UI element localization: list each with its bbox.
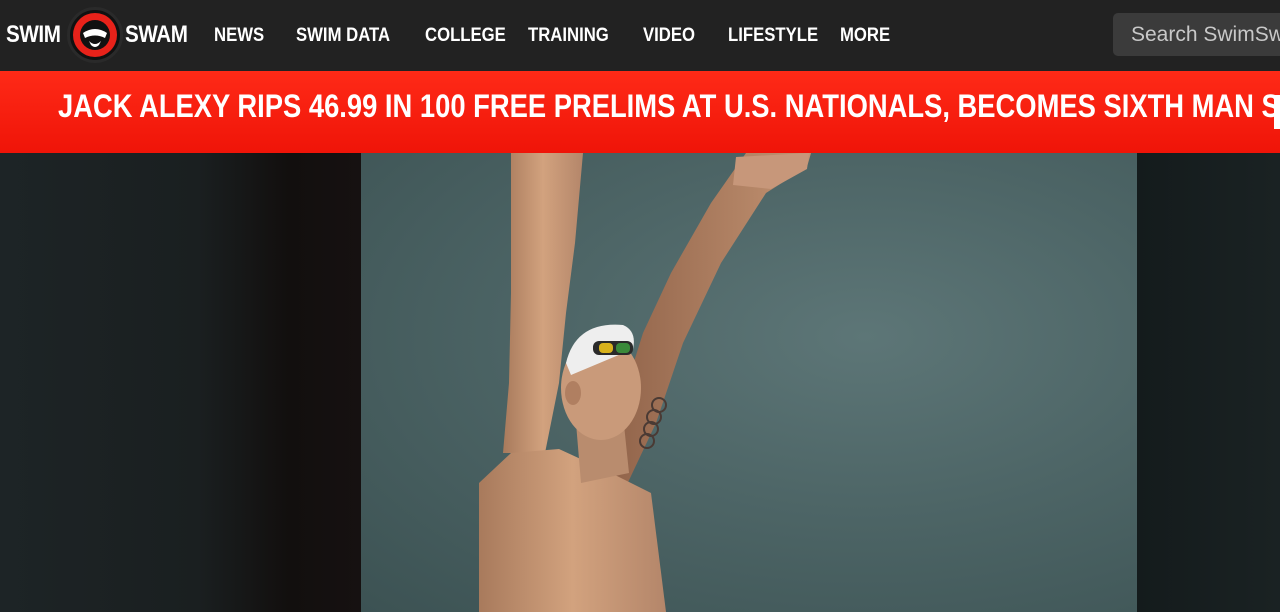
swimmer-photo[interactable] <box>361 153 1137 612</box>
hero-backdrop-right <box>1137 153 1280 612</box>
main-nav: NEWS SWIM DATA COLLEGE TRAINING VIDEO LI… <box>214 0 900 71</box>
search-input[interactable] <box>1113 13 1280 56</box>
nav-item-college[interactable]: COLLEGE <box>425 25 506 47</box>
site-logo[interactable]: SWIM SWAM <box>6 6 188 64</box>
goggles-logo-icon <box>67 7 124 63</box>
hero-section <box>0 153 1280 612</box>
nav-item-swim-data[interactable]: SWIM DATA <box>296 25 390 47</box>
nav-item-video[interactable]: VIDEO <box>643 25 695 47</box>
nav-item-training[interactable]: TRAINING <box>528 25 609 47</box>
top-navbar: SWIM SWAM NEWS SWIM DATA COLLEGE TRAININ… <box>0 0 1280 71</box>
breaking-news-banner: JACK ALEXY RIPS 46.99 IN 100 FREE PRELIM… <box>0 71 1280 153</box>
breaking-news-headline[interactable]: JACK ALEXY RIPS 46.99 IN 100 FREE PRELIM… <box>58 88 1280 125</box>
nav-item-news[interactable]: NEWS <box>214 25 264 47</box>
logo-left-word: SWIM <box>6 21 61 48</box>
hero-backdrop-left <box>0 153 361 612</box>
nav-item-lifestyle[interactable]: LIFESTYLE <box>728 25 818 47</box>
banner-divider <box>1274 95 1280 129</box>
logo-right-word: SWAM <box>125 21 188 48</box>
nav-item-more[interactable]: MORE <box>840 25 890 47</box>
